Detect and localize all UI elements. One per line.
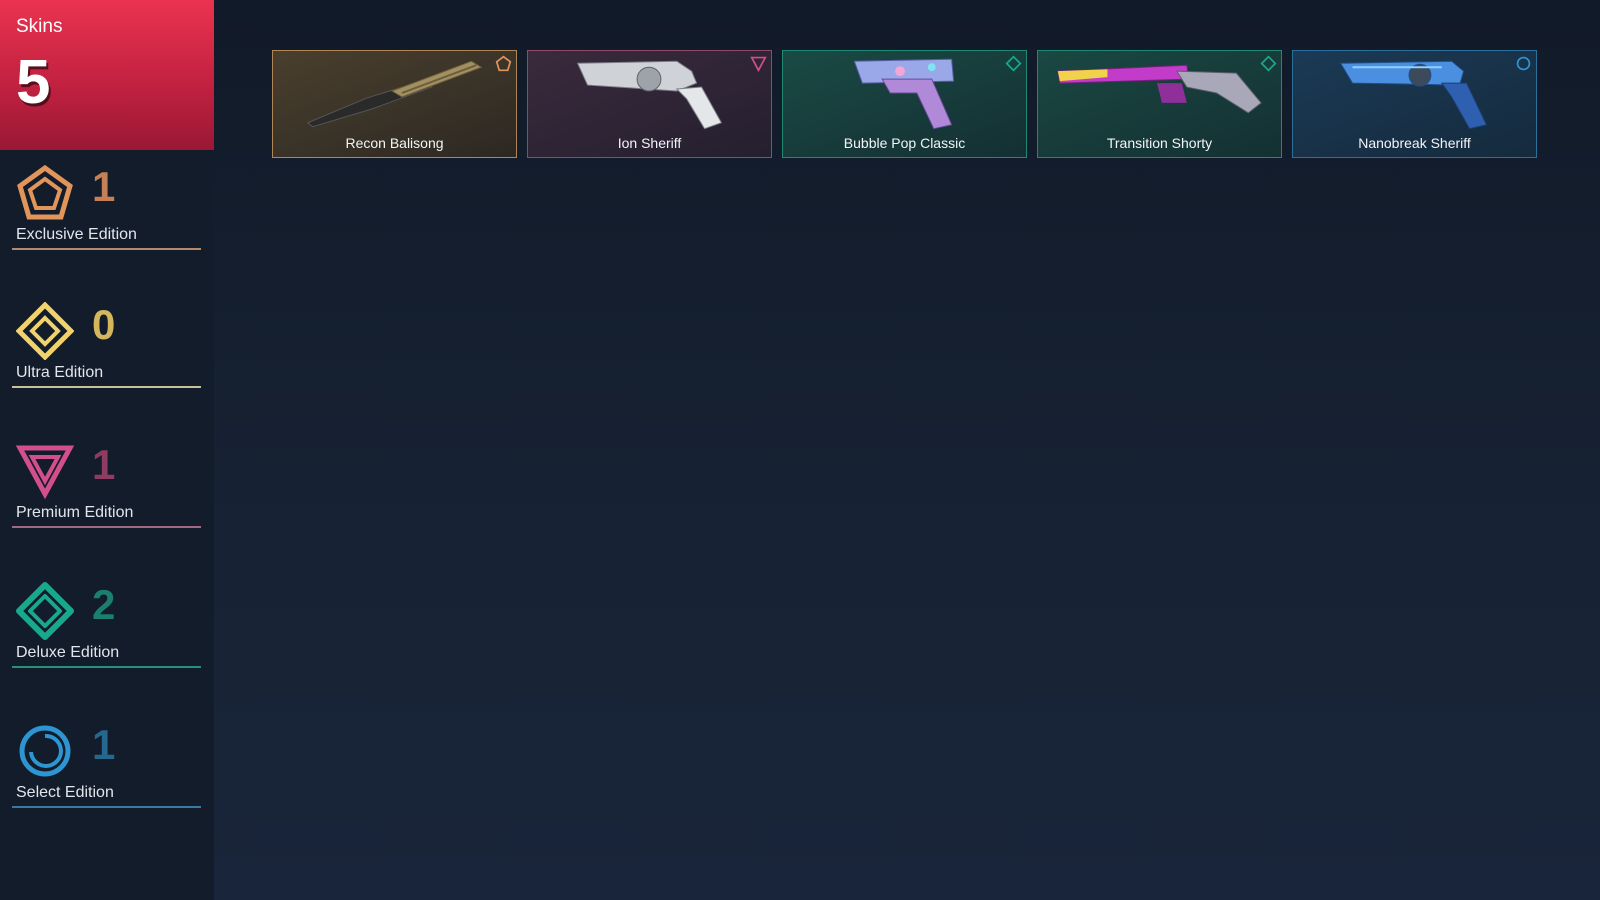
skins-summary-header: Skins 5	[0, 0, 214, 150]
tier-divider	[12, 806, 201, 808]
tier-name: Select Edition	[16, 784, 114, 801]
tier-premium-edition[interactable]: 1 Premium Edition	[12, 442, 201, 534]
skin-card-list: Recon Balisong Ion Sheriff Bubble Pop Cl…	[272, 50, 1537, 158]
tier-name: Deluxe Edition	[16, 644, 120, 661]
tier-divider	[12, 248, 201, 250]
knife-image	[306, 60, 483, 128]
tier-name: Exclusive Edition	[16, 226, 137, 243]
revolver-image	[1339, 60, 1488, 130]
exclusive-edition-icon	[495, 55, 512, 72]
exclusive-edition-icon	[17, 164, 73, 220]
skin-name: Bubble Pop Classic	[843, 135, 966, 151]
skin-card-transition-shorty[interactable]: Transition Shorty	[1037, 50, 1282, 158]
tier-select-edition[interactable]: 1 Select Edition	[12, 722, 201, 814]
select-edition-icon	[19, 725, 71, 777]
tier-divider	[12, 666, 201, 668]
ultra-edition-icon	[16, 302, 74, 360]
skin-name: Nanobreak Sheriff	[1358, 135, 1471, 151]
tier-name: Premium Edition	[16, 504, 134, 521]
tier-name: Ultra Edition	[16, 364, 104, 381]
tier-count: 2	[92, 581, 116, 628]
skin-card-nanobreak-sheriff[interactable]: Nanobreak Sheriff	[1292, 50, 1537, 158]
deluxe-edition-icon	[16, 582, 74, 640]
tier-count: 0	[92, 301, 116, 348]
skin-card-ion-sheriff[interactable]: Ion Sheriff	[527, 50, 772, 158]
tier-count: 1	[92, 163, 116, 210]
premium-edition-icon	[750, 56, 767, 72]
select-edition-icon	[1516, 56, 1531, 71]
deluxe-edition-icon	[1260, 55, 1277, 72]
tier-count: 1	[92, 721, 116, 768]
premium-edition-icon	[16, 445, 74, 500]
skins-total-count: 5	[16, 48, 51, 117]
revolver-image	[576, 60, 723, 130]
skin-card-bubble-pop-classic[interactable]: Bubble Pop Classic	[782, 50, 1027, 158]
skin-name: Recon Balisong	[345, 135, 444, 151]
tier-ultra-edition[interactable]: 0 Ultra Edition	[12, 302, 201, 394]
deluxe-edition-icon	[1005, 55, 1022, 72]
tier-divider	[12, 386, 201, 388]
skin-card-recon-balisong[interactable]: Recon Balisong	[272, 50, 517, 158]
tier-count: 1	[92, 441, 116, 488]
skins-label: Skins	[16, 16, 63, 37]
skin-name: Transition Shorty	[1106, 135, 1213, 151]
pistol-image	[853, 58, 955, 130]
tier-divider	[12, 526, 201, 528]
tier-deluxe-edition[interactable]: 2 Deluxe Edition	[12, 582, 201, 674]
sidebar: Skins 5 1 Exclusive Edition 0 Ultra Edit…	[0, 0, 214, 900]
shotgun-image	[1057, 64, 1262, 114]
skin-name: Ion Sheriff	[617, 135, 682, 151]
tier-exclusive-edition[interactable]: 1 Exclusive Edition	[12, 164, 201, 256]
